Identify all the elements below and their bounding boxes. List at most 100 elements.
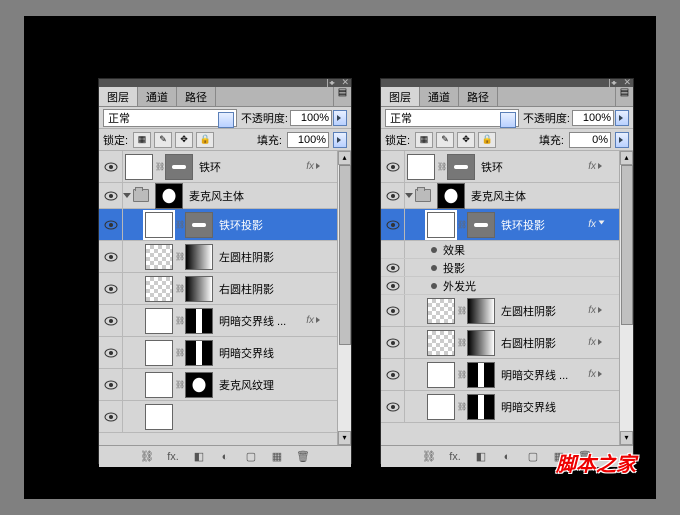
layer-thumb[interactable]	[145, 340, 173, 366]
layer-thumb[interactable]	[407, 154, 435, 180]
trash-icon[interactable]: 🗑	[295, 450, 311, 464]
group-disclosure-icon[interactable]	[405, 193, 413, 202]
layer-name[interactable]: 右圆柱阴影	[501, 335, 588, 351]
layer-name[interactable]: 右圆柱阴影	[219, 281, 337, 297]
mask-thumb[interactable]	[185, 308, 213, 334]
layer-row[interactable]: ⛓明暗交界线	[99, 337, 337, 369]
layer-name[interactable]: 明暗交界线 ...	[219, 313, 306, 329]
fx-badge[interactable]: fx	[588, 305, 605, 316]
layer-thumb[interactable]	[145, 372, 173, 398]
visibility-toggle-icon[interactable]	[99, 337, 123, 368]
mask-thumb[interactable]	[467, 394, 495, 420]
fx-badge[interactable]: fx	[306, 315, 323, 326]
layer-thumb[interactable]	[145, 244, 173, 270]
fx-icon[interactable]: fx.	[447, 450, 463, 464]
visibility-toggle-icon[interactable]	[99, 151, 123, 182]
mask-thumb[interactable]	[165, 154, 193, 180]
fx-badge[interactable]: fx	[588, 161, 605, 172]
layer-row[interactable]: ⛓麦克风纹理	[99, 369, 337, 401]
lock-all-icon[interactable]: 🔒	[478, 132, 496, 148]
lock-all-icon[interactable]: 🔒	[196, 132, 214, 148]
visibility-toggle-icon[interactable]	[99, 401, 123, 432]
layer-row[interactable]: ⛓明暗交界线	[381, 391, 619, 423]
layer-name[interactable]: 铁环	[199, 159, 306, 175]
link-icon[interactable]: ⛓	[457, 402, 465, 411]
mask-icon[interactable]: ◧	[191, 450, 207, 464]
fx-badge[interactable]: fx	[588, 219, 605, 230]
fx-badge[interactable]: fx	[588, 369, 605, 380]
group-icon[interactable]: ▢	[525, 450, 541, 464]
layer-name[interactable]: 铁环投影	[219, 217, 337, 233]
visibility-toggle-icon[interactable]	[99, 183, 123, 208]
opacity-input[interactable]: 100%	[572, 110, 614, 126]
tab-channels[interactable]: 通道	[138, 87, 177, 106]
layer-name[interactable]: 左圆柱阴影	[219, 249, 337, 265]
opacity-input[interactable]: 100%	[290, 110, 332, 126]
opacity-arrow[interactable]	[333, 110, 347, 126]
tab-layers[interactable]: 图层	[99, 87, 138, 106]
mask-thumb[interactable]	[185, 340, 213, 366]
layer-row[interactable]	[99, 401, 337, 433]
link-icon[interactable]: ⛓	[175, 220, 183, 229]
group-disclosure-icon[interactable]	[123, 193, 131, 202]
layer-thumb[interactable]	[427, 362, 455, 388]
layer-name[interactable]: 左圆柱阴影	[501, 303, 588, 319]
visibility-toggle-icon[interactable]	[381, 209, 405, 240]
mask-thumb[interactable]	[185, 276, 213, 302]
effect-dropshadow[interactable]: 投影	[381, 259, 619, 277]
mask-icon[interactable]: ◧	[473, 450, 489, 464]
lock-paint-icon[interactable]: ✎	[154, 132, 172, 148]
link-icon[interactable]: ⛓	[437, 162, 445, 171]
opacity-arrow[interactable]	[615, 110, 629, 126]
mask-thumb[interactable]	[447, 154, 475, 180]
visibility-toggle-icon[interactable]	[99, 209, 123, 240]
tab-channels[interactable]: 通道	[420, 87, 459, 106]
visibility-toggle-icon[interactable]	[99, 305, 123, 336]
visibility-toggle-icon[interactable]	[99, 273, 123, 304]
scrollbar[interactable]: ▴▾	[337, 151, 351, 445]
layer-thumb[interactable]	[427, 330, 455, 356]
visibility-toggle-icon[interactable]	[381, 359, 405, 390]
panel-menu-icon[interactable]: ▤	[615, 87, 633, 106]
layer-row[interactable]: 麦克风主体	[99, 183, 337, 209]
effects-header[interactable]: 效果	[381, 241, 619, 259]
lock-transparency-icon[interactable]: ▦	[415, 132, 433, 148]
link-icon[interactable]: ⛓	[175, 348, 183, 357]
mask-thumb[interactable]	[467, 298, 495, 324]
fx-badge[interactable]: fx	[588, 337, 605, 348]
layer-row[interactable]: ⛓ 左圆柱阴影	[99, 241, 337, 273]
layer-row[interactable]: ⛓ 铁环投影	[99, 209, 337, 241]
layer-row[interactable]: ⛓ 铁环fx	[381, 151, 619, 183]
mask-thumb[interactable]	[185, 212, 213, 238]
link-icon[interactable]: ⛓	[457, 306, 465, 315]
link-icon[interactable]: ⛓	[175, 316, 183, 325]
layer-thumb[interactable]	[145, 212, 173, 238]
link-icon[interactable]: ⛓	[421, 450, 437, 464]
link-icon[interactable]: ⛓	[457, 220, 465, 229]
layer-thumb[interactable]	[427, 298, 455, 324]
tab-paths[interactable]: 路径	[459, 87, 498, 106]
adjustment-icon[interactable]: ◐	[217, 450, 233, 464]
scrollbar[interactable]: ▴▾	[619, 151, 633, 445]
layer-row[interactable]: 麦克风主体	[381, 183, 619, 209]
visibility-toggle-icon[interactable]	[381, 151, 405, 182]
visibility-toggle-icon[interactable]	[381, 391, 405, 422]
fx-icon[interactable]: fx.	[165, 450, 181, 464]
link-icon[interactable]: ⛓	[175, 252, 183, 261]
fill-arrow[interactable]	[615, 132, 629, 148]
panel-grip[interactable]: ◂▸✕	[381, 79, 633, 87]
layer-name[interactable]: 铁环	[481, 159, 588, 175]
lock-position-icon[interactable]: ✥	[457, 132, 475, 148]
adjustment-icon[interactable]: ◐	[499, 450, 515, 464]
fx-badge[interactable]: fx	[306, 161, 323, 172]
layer-row[interactable]: ⛓ 左圆柱阴影fx	[381, 295, 619, 327]
new-icon[interactable]: ▦	[269, 450, 285, 464]
layer-thumb[interactable]	[427, 394, 455, 420]
lock-transparency-icon[interactable]: ▦	[133, 132, 151, 148]
mask-thumb[interactable]	[467, 330, 495, 356]
panel-menu-icon[interactable]: ▤	[333, 87, 351, 106]
mask-thumb[interactable]	[185, 372, 213, 398]
group-mask-thumb[interactable]	[155, 183, 183, 209]
lock-paint-icon[interactable]: ✎	[436, 132, 454, 148]
link-icon[interactable]: ⛓	[139, 450, 155, 464]
